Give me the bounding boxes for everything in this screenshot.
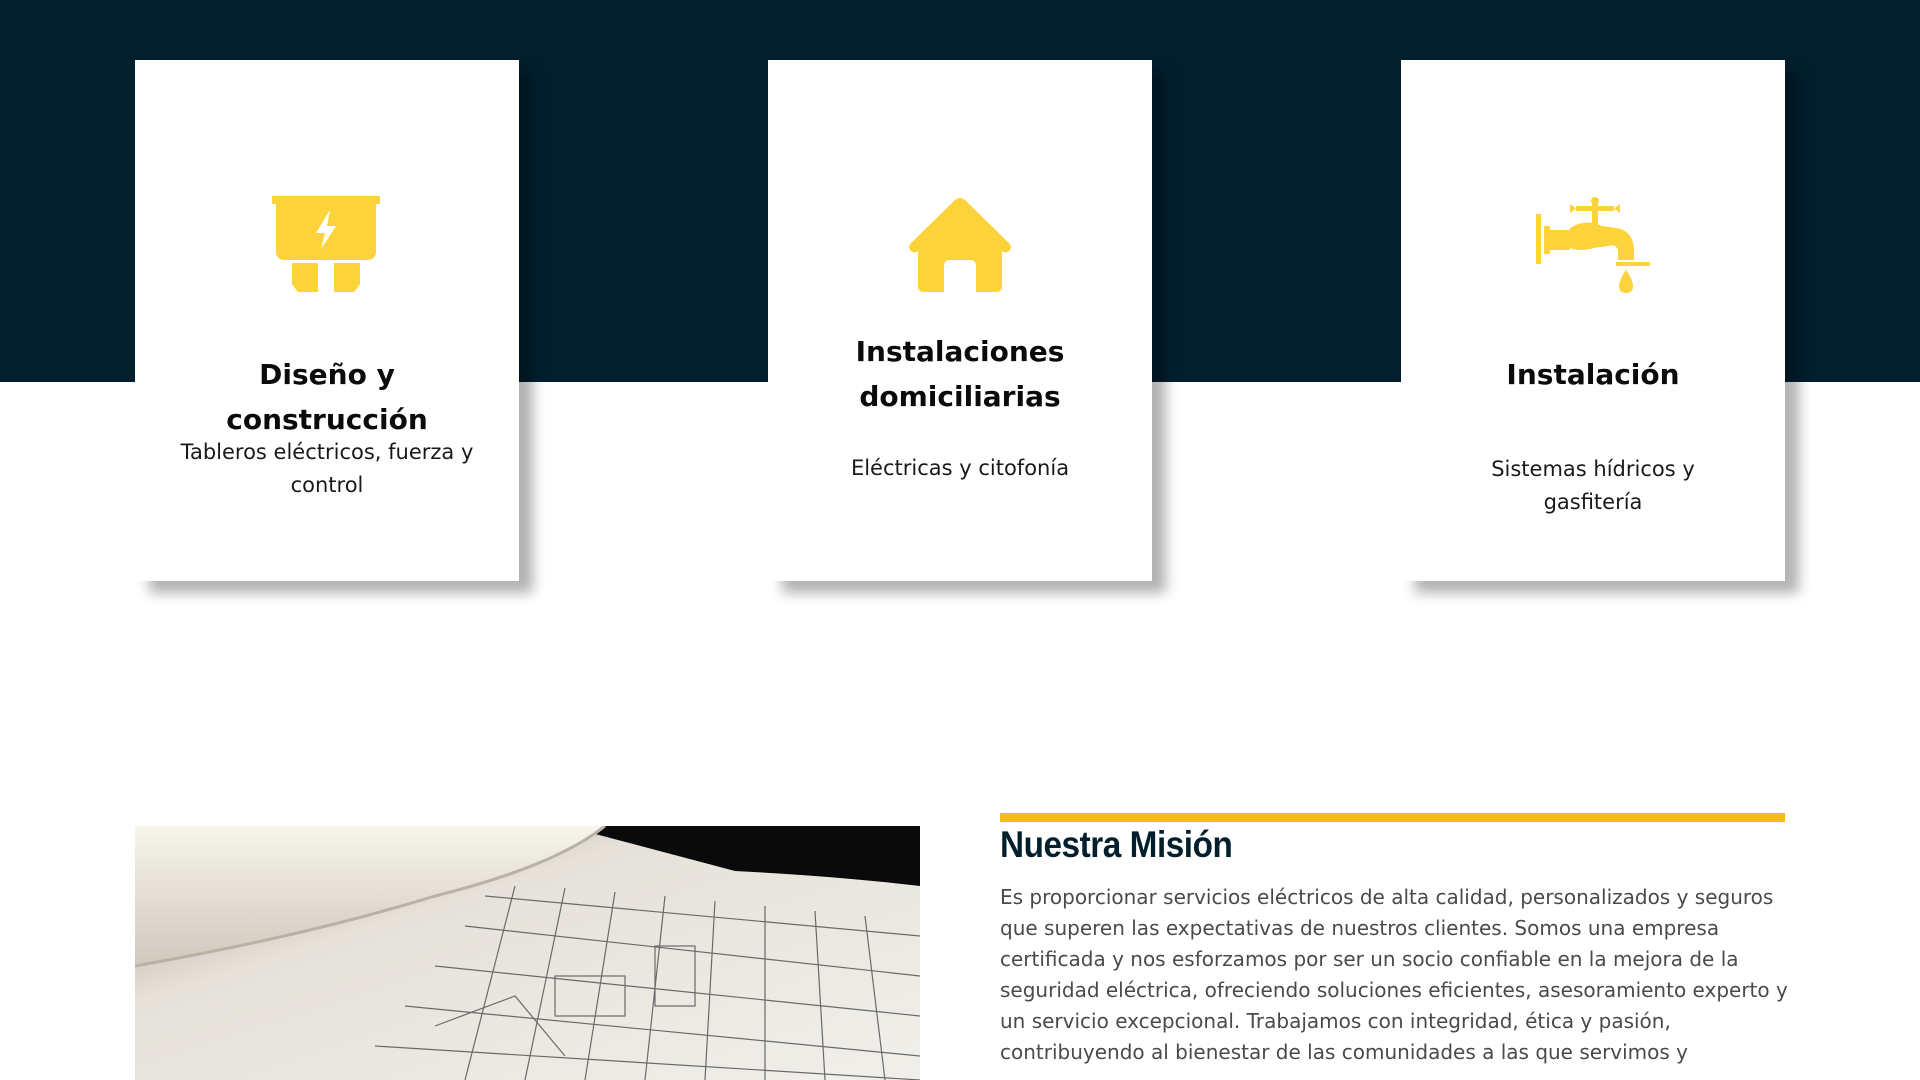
service-title: Instalación (1506, 358, 1680, 391)
blueprint-photo (135, 826, 920, 1080)
service-title: Diseño y construcción (226, 358, 428, 436)
service-card-home[interactable]: Instalaciones domiciliarias Eléctricas y… (768, 60, 1152, 581)
service-title: Instalaciones domiciliarias (855, 335, 1065, 413)
mission-accent-bar (1000, 813, 1785, 822)
service-description: Tableros eléctricos, fuerza y control (180, 440, 474, 497)
mission-title: Nuestra Misión (1000, 824, 1233, 865)
water-faucet-icon (1401, 196, 1785, 296)
fuse-lightning-icon (135, 196, 519, 296)
service-description: Sistemas hídricos y gasfitería (1491, 457, 1695, 514)
service-card-design[interactable]: Diseño y construcción Tableros eléctrico… (135, 60, 519, 581)
mission-text: Es proporcionar servicios eléctricos de … (1000, 885, 1788, 1064)
service-card-plumbing[interactable]: Instalación Sistemas hídricos y gasfiter… (1401, 60, 1785, 581)
service-description: Eléctricas y citofonía (850, 456, 1070, 480)
house-icon (768, 196, 1152, 296)
